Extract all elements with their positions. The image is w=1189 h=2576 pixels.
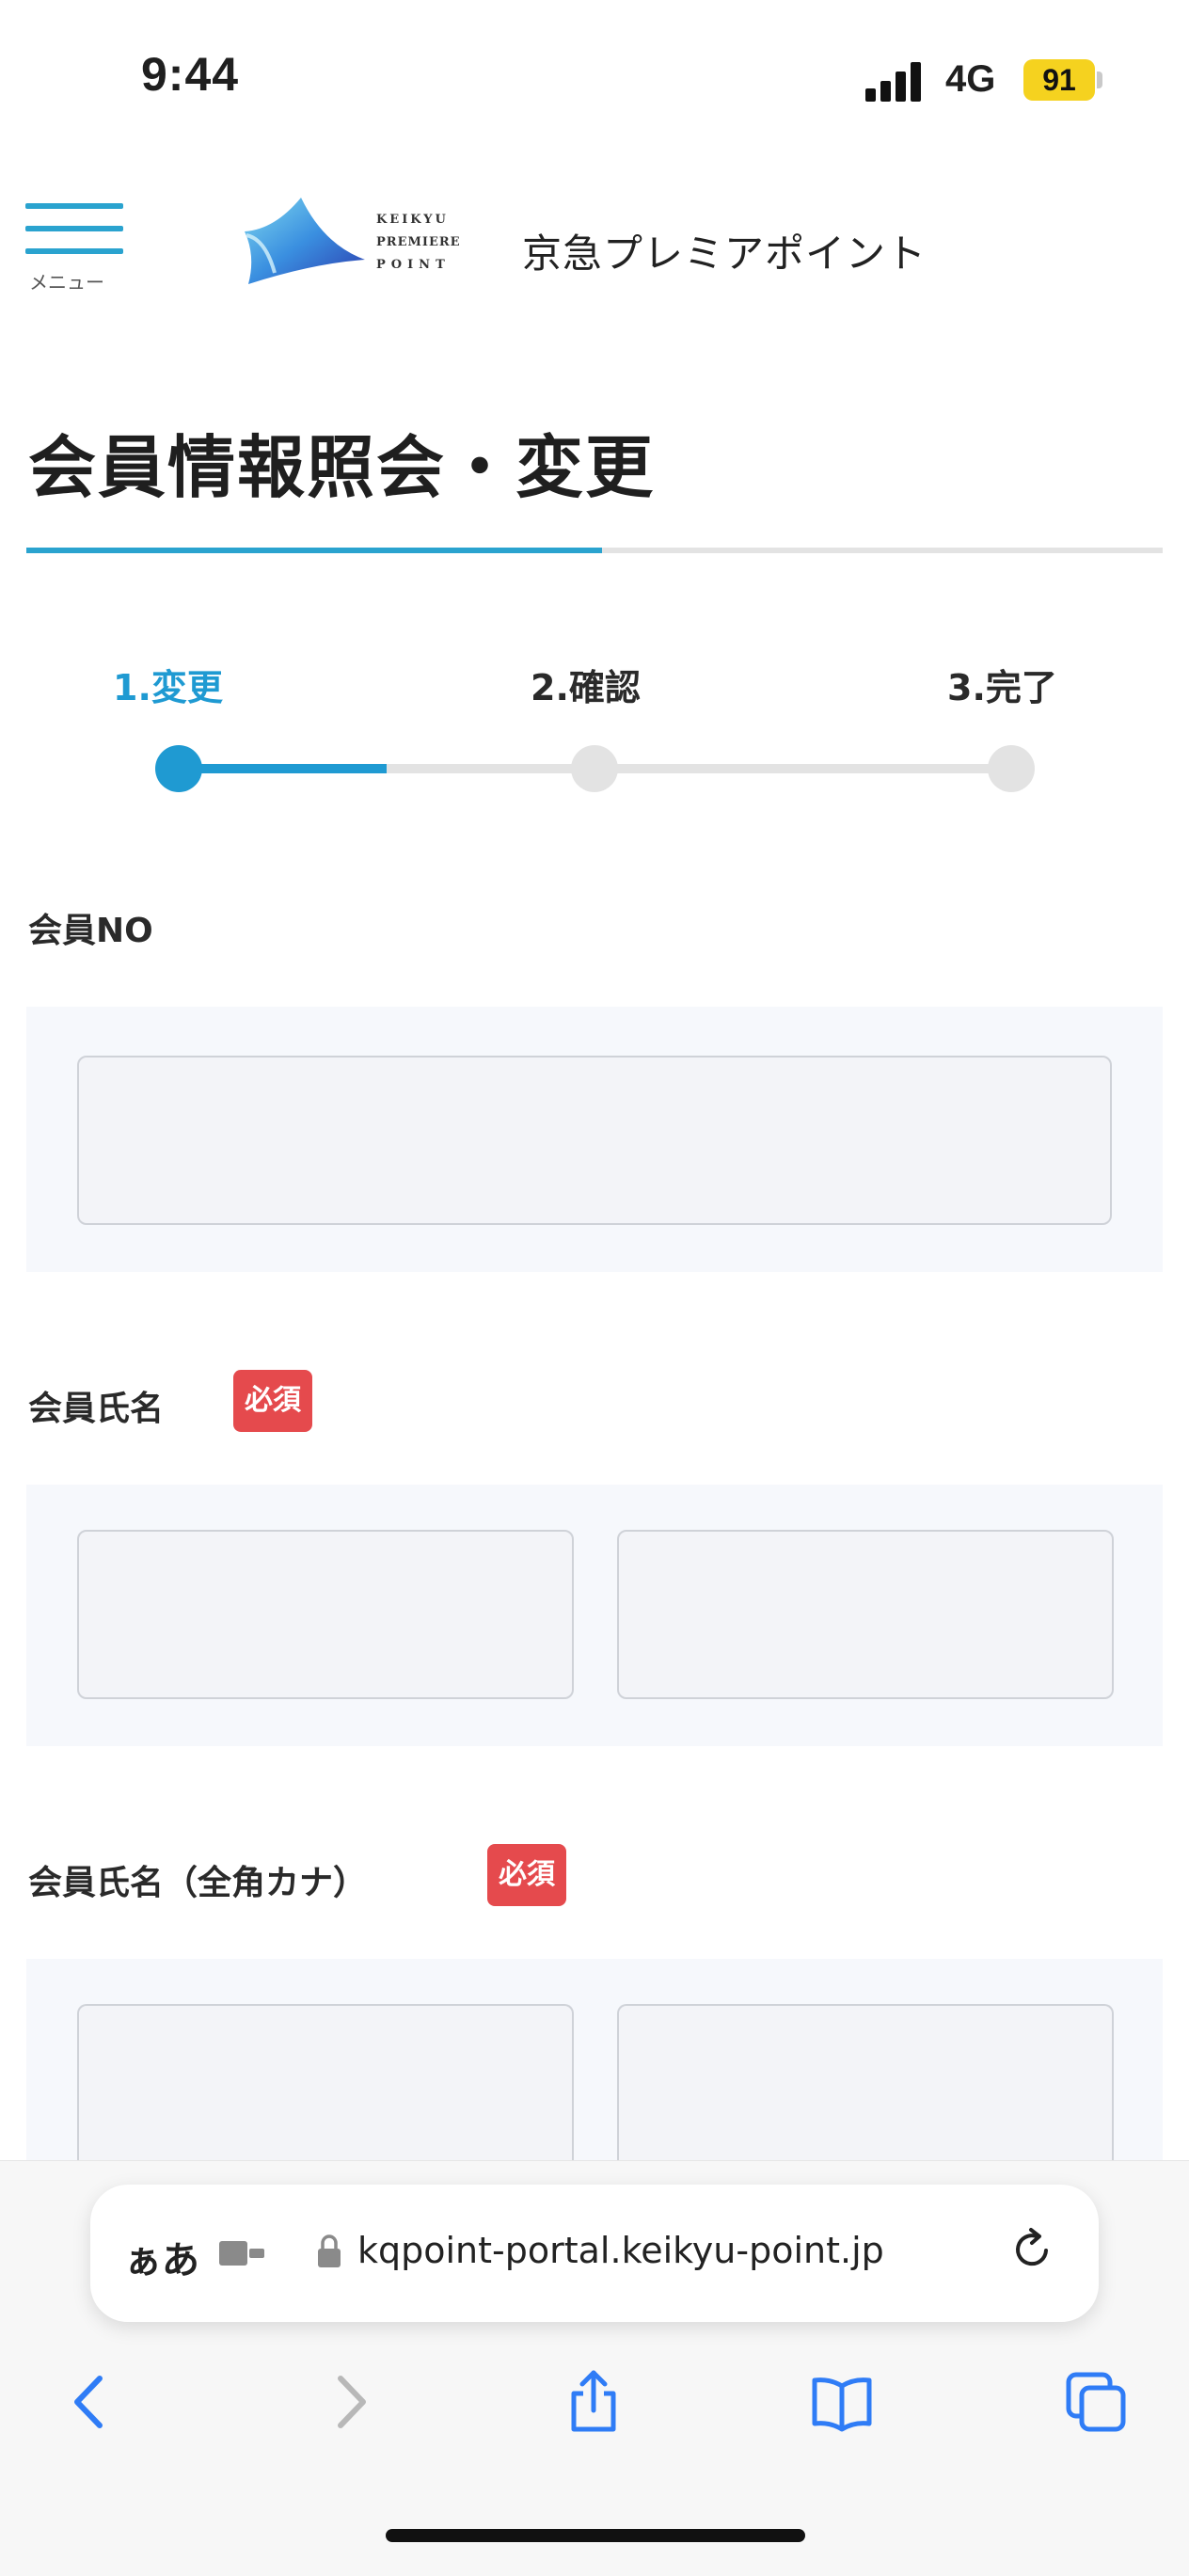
member-no-field[interactable]: [77, 1056, 1112, 1225]
member-name-kana-label: 会員氏名（全角カナ）: [28, 1864, 368, 1902]
hamburger-bar: [25, 226, 123, 231]
signal-strength-icon: [865, 60, 931, 102]
member-first-name-input[interactable]: [617, 1530, 1114, 1699]
step-3-dot: [988, 745, 1035, 792]
step-2-label: 2.確認: [531, 667, 641, 708]
battery-tip: [1097, 72, 1102, 88]
member-no-label: 会員NO: [28, 912, 153, 950]
step-1-dot: [155, 745, 202, 792]
required-badge: 必須: [487, 1844, 566, 1906]
member-last-name-input[interactable]: [77, 1530, 574, 1699]
page-title: 会員情報照会・変更: [28, 428, 656, 507]
hamburger-bar: [25, 248, 123, 254]
home-indicator: [386, 2529, 805, 2542]
lock-icon: [318, 2234, 341, 2267]
menu-button[interactable]: メニュー: [24, 199, 125, 303]
forward-icon[interactable]: [316, 2369, 382, 2435]
member-last-name-kana-input[interactable]: [77, 2004, 574, 2160]
title-underline-accent: [26, 548, 602, 553]
tabs-icon[interactable]: [1063, 2369, 1129, 2435]
share-icon[interactable]: [561, 2369, 626, 2435]
member-name-label: 会員氏名: [28, 1390, 165, 1428]
step-2-dot: [571, 745, 618, 792]
menu-label: メニュー: [29, 271, 104, 294]
extension-icon[interactable]: [219, 2237, 266, 2269]
text-size-button[interactable]: ぁあ: [124, 2230, 199, 2284]
step-3-label: 3.完了: [947, 667, 1057, 708]
brand-name: 京急プレミアポイント: [522, 231, 927, 277]
keikyu-premiere-point-logo[interactable]: KEIKYU PREMIERE POINT: [237, 194, 484, 290]
step-1-label: 1.変更: [113, 667, 223, 708]
reload-icon[interactable]: [1008, 2226, 1055, 2273]
network-type: 4G: [945, 58, 996, 100]
logo-text-line-1: KEIKYU: [376, 213, 449, 227]
bookmarks-icon[interactable]: [809, 2369, 875, 2435]
member-first-name-kana-input[interactable]: [617, 2004, 1114, 2160]
battery-icon: 91: [1023, 59, 1095, 101]
required-badge: 必須: [233, 1370, 312, 1432]
back-icon[interactable]: [58, 2369, 124, 2435]
logo-text-line-2: PREMIERE: [376, 235, 461, 249]
logo-text-line-3: POINT: [376, 258, 451, 272]
status-time: 9:44: [141, 48, 240, 101]
logo-mark-icon: [245, 198, 365, 284]
hamburger-icon: [25, 203, 123, 209]
step-progress-fill: [179, 764, 387, 773]
url-text[interactable]: kqpoint-portal.keikyu-point.jp: [357, 2230, 884, 2271]
